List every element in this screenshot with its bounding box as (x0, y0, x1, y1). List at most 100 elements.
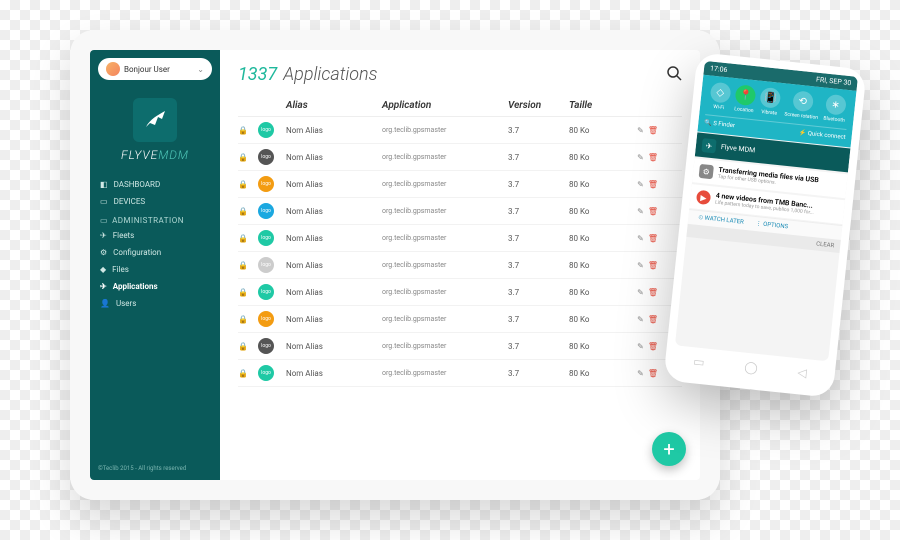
table-row[interactable]: 🔒logoNom Aliasorg.teclib.gpsmaster3.780 … (238, 306, 682, 333)
search-icon[interactable] (666, 65, 682, 85)
user-menu[interactable]: Bonjour User ⌄ (98, 58, 212, 80)
delete-icon[interactable]: 🗑 (648, 369, 658, 378)
app-logo-chip: logo (258, 122, 274, 138)
bluetooth-icon: ∗ (825, 94, 847, 116)
qs-location[interactable]: 📍Location (734, 84, 757, 114)
flyve-icon: ✈ (701, 138, 716, 153)
main-content: 1337 Applications Alias Application Vers… (220, 50, 700, 480)
qs-screen[interactable]: ⟲Screen rotation (784, 90, 821, 121)
table-row[interactable]: 🔒logoNom Aliasorg.teclib.gpsmaster3.780 … (238, 252, 682, 279)
qs-bluetooth[interactable]: ∗Bluetooth (823, 94, 847, 124)
cell-application: org.teclib.gpsmaster (382, 126, 502, 134)
app-screen: Bonjour User ⌄ FLYVEMDM ◧ DASHBOARD ▭ DE… (90, 50, 700, 480)
table-row[interactable]: 🔒logoNom Aliasorg.teclib.gpsmaster3.780 … (238, 171, 682, 198)
edit-icon[interactable]: ✎ (637, 126, 644, 135)
lock-icon: 🔒 (238, 180, 252, 189)
edit-icon[interactable]: ✎ (637, 207, 644, 216)
table-row[interactable]: 🔒logoNom Aliasorg.teclib.gpsmaster3.780 … (238, 117, 682, 144)
delete-icon[interactable]: 🗑 (648, 180, 658, 189)
delete-icon[interactable]: 🗑 (648, 234, 658, 243)
delete-icon[interactable]: 🗑 (648, 126, 658, 135)
edit-icon[interactable]: ✎ (637, 234, 644, 243)
nav-section-admin: ▭ADMINISTRATION (90, 210, 220, 227)
usb-icon: ⚙ (699, 164, 714, 179)
rotation-icon: ⟲ (792, 90, 814, 112)
cell-version: 3.7 (508, 126, 563, 135)
cell-size: 80 Ko (569, 288, 624, 297)
col-application: Application (382, 100, 502, 111)
lock-icon: 🔒 (238, 369, 252, 378)
footer-copyright: ©Teclib 2015 - All rights reserved (90, 457, 220, 480)
cell-alias: Nom Alias (286, 180, 376, 189)
nav-files[interactable]: ◆ Files (90, 261, 220, 278)
files-icon: ◆ (100, 265, 106, 274)
cell-application: org.teclib.gpsmaster (382, 288, 502, 296)
cell-version: 3.7 (508, 180, 563, 189)
edit-icon[interactable]: ✎ (637, 288, 644, 297)
cell-version: 3.7 (508, 288, 563, 297)
lock-icon: 🔒 (238, 261, 252, 270)
back-icon[interactable]: ◁ (797, 365, 808, 380)
cell-size: 80 Ko (569, 342, 624, 351)
table-row[interactable]: 🔒logoNom Aliasorg.teclib.gpsmaster3.780 … (238, 144, 682, 171)
lock-icon: 🔒 (238, 288, 252, 297)
cell-size: 80 Ko (569, 126, 624, 135)
cell-version: 3.7 (508, 369, 563, 378)
cell-application: org.teclib.gpsmaster (382, 234, 502, 242)
home-icon[interactable]: ◯ (744, 360, 759, 375)
lock-icon: 🔒 (238, 153, 252, 162)
table-row[interactable]: 🔒logoNom Aliasorg.teclib.gpsmaster3.780 … (238, 198, 682, 225)
page-title: Applications (283, 64, 377, 85)
cell-alias: Nom Alias (286, 369, 376, 378)
brand-logo (133, 98, 177, 142)
table-row[interactable]: 🔒logoNom Aliasorg.teclib.gpsmaster3.780 … (238, 360, 682, 387)
nav-configuration[interactable]: ⚙ Configuration (90, 244, 220, 261)
delete-icon[interactable]: 🗑 (648, 342, 658, 351)
recent-icon[interactable]: ▭ (693, 354, 706, 369)
cell-size: 80 Ko (569, 261, 624, 270)
app-logo-chip: logo (258, 203, 274, 219)
app-logo-chip: logo (258, 230, 274, 246)
edit-icon[interactable]: ✎ (637, 342, 644, 351)
sidebar: Bonjour User ⌄ FLYVEMDM ◧ DASHBOARD ▭ DE… (90, 50, 220, 480)
add-button[interactable]: + (652, 432, 686, 466)
delete-icon[interactable]: 🗑 (648, 288, 658, 297)
nav-users[interactable]: 👤 Users (90, 295, 220, 312)
phone-screen: 17:06 FRI, SEP 30 ◇Wi-Fi 📍Location 📳Vibr… (675, 61, 858, 362)
nav-dashboard[interactable]: ◧ DASHBOARD (90, 176, 220, 193)
edit-icon[interactable]: ✎ (637, 153, 644, 162)
nav-devices[interactable]: ▭ DEVICES (90, 193, 220, 210)
app-logo-chip: logo (258, 338, 274, 354)
edit-icon[interactable]: ✎ (637, 369, 644, 378)
qs-vibrate[interactable]: 📳Vibrate (759, 87, 782, 117)
cell-application: org.teclib.gpsmaster (382, 342, 502, 350)
chevron-down-icon: ⌄ (197, 65, 204, 74)
table-row[interactable]: 🔒logoNom Aliasorg.teclib.gpsmaster3.780 … (238, 279, 682, 306)
edit-icon[interactable]: ✎ (637, 315, 644, 324)
app-logo-chip: logo (258, 284, 274, 300)
edit-icon[interactable]: ✎ (637, 261, 644, 270)
delete-icon[interactable]: 🗑 (648, 207, 658, 216)
delete-icon[interactable]: 🗑 (648, 153, 658, 162)
quickconnect-button[interactable]: ⚡ Quick connect (798, 129, 845, 141)
apps-icon: ✈ (100, 282, 107, 291)
cell-size: 80 Ko (569, 369, 624, 378)
col-taille: Taille (569, 100, 624, 111)
app-logo-chip: logo (258, 149, 274, 165)
edit-icon[interactable]: ✎ (637, 180, 644, 189)
gear-icon: ⚙ (100, 248, 107, 257)
nav-fleets[interactable]: ✈ Fleets (90, 227, 220, 244)
delete-icon[interactable]: 🗑 (648, 261, 658, 270)
delete-icon[interactable]: 🗑 (648, 315, 658, 324)
cell-version: 3.7 (508, 234, 563, 243)
devices-icon: ▭ (100, 197, 108, 206)
qs-wifi[interactable]: ◇Wi-Fi (708, 82, 731, 112)
cell-version: 3.7 (508, 342, 563, 351)
options-button[interactable]: ⋮ OPTIONS (755, 220, 788, 231)
sfinder-button[interactable]: 🔍 S Finder (704, 119, 735, 129)
location-icon: 📍 (734, 84, 756, 106)
nav-applications[interactable]: ✈ Applications (90, 278, 220, 295)
avatar (106, 62, 120, 76)
table-row[interactable]: 🔒logoNom Aliasorg.teclib.gpsmaster3.780 … (238, 333, 682, 360)
table-row[interactable]: 🔒logoNom Aliasorg.teclib.gpsmaster3.780 … (238, 225, 682, 252)
